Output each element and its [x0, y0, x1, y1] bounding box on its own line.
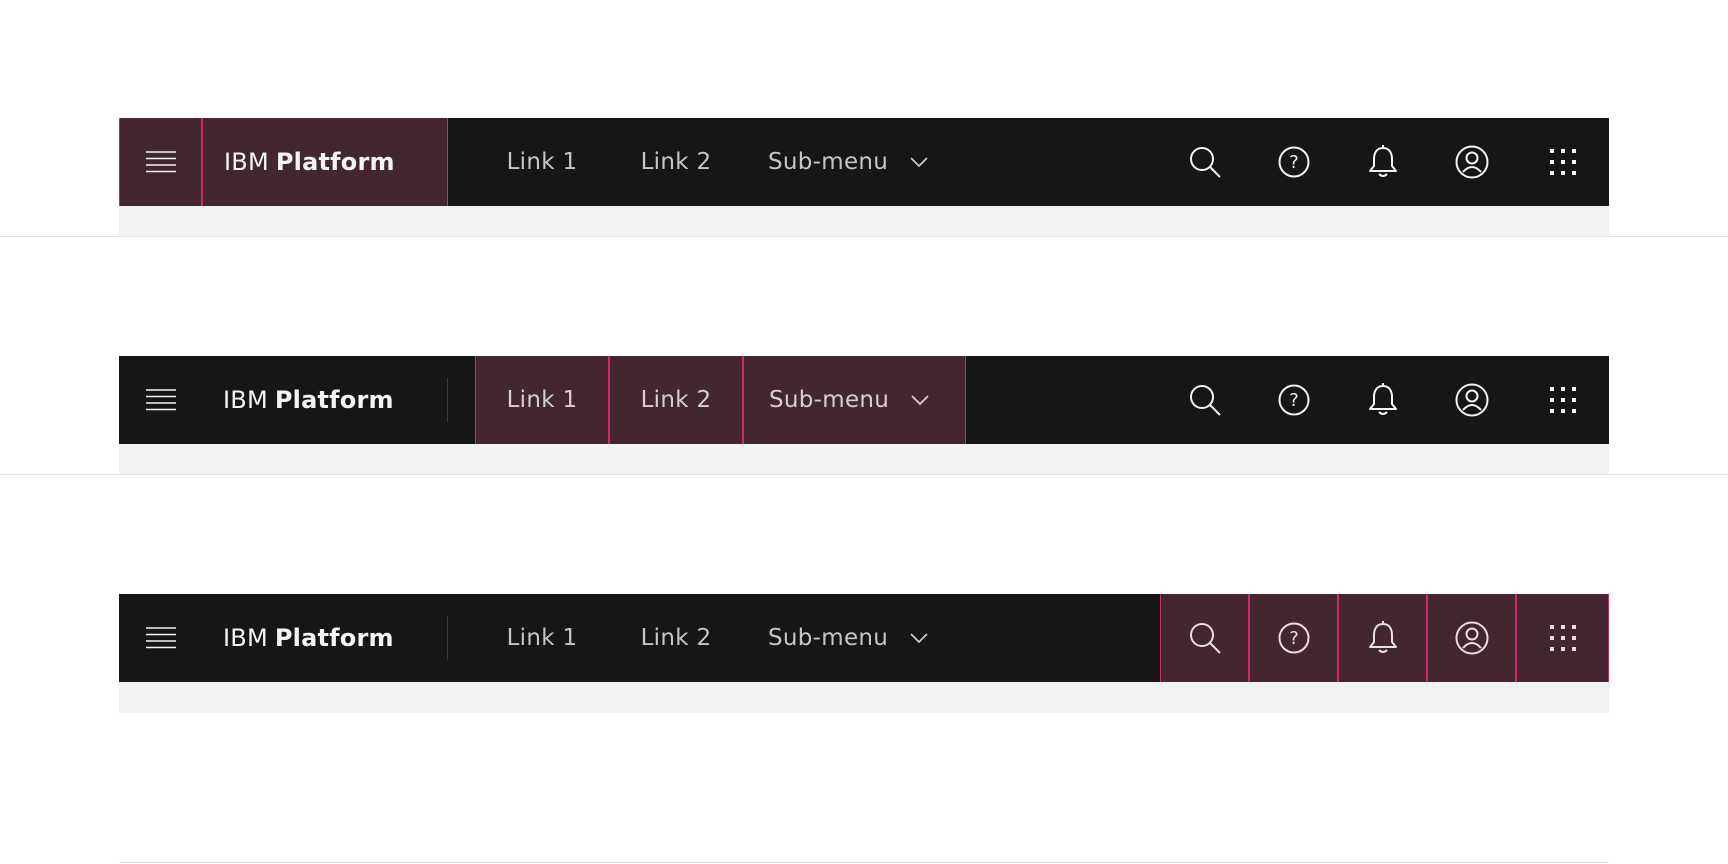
nav-submenu-label: Sub-menu [768, 625, 889, 651]
ui-shell-header-actions-area: IBM Platform Link 1 Link 2 Sub-menu ? [119, 594, 1609, 682]
nav-link-2[interactable]: Link 2 [609, 594, 743, 682]
hamburger-menu-button[interactable] [119, 356, 202, 444]
brand-name: Platform [275, 148, 395, 176]
header-shadow-shelf [119, 444, 1609, 475]
search-icon [1189, 384, 1221, 416]
user-profile-button[interactable] [1427, 594, 1516, 682]
search-icon [1189, 146, 1221, 178]
brand-name: Platform [274, 624, 394, 652]
nav-submenu-label: Sub-menu [768, 149, 889, 175]
user-profile-button[interactable] [1427, 118, 1516, 206]
brand-prefix: IBM [224, 148, 269, 176]
platform-name-link[interactable]: IBM Platform [202, 356, 467, 444]
nav-link-1[interactable]: Link 1 [475, 594, 609, 682]
header-shadow-shelf [119, 206, 1609, 237]
nav-link-2[interactable]: Link 2 [609, 118, 743, 206]
brand-prefix: IBM [223, 386, 268, 414]
nav-submenu-label: Sub-menu [769, 387, 890, 413]
notification-icon [1367, 145, 1399, 179]
nav-submenu[interactable]: Sub-menu [743, 594, 966, 682]
app-switcher-button[interactable] [1516, 356, 1609, 444]
notifications-button[interactable] [1338, 594, 1427, 682]
header-divider [447, 616, 448, 660]
chevron-down-icon [910, 633, 928, 643]
app-switcher-button[interactable] [1516, 594, 1609, 682]
svg-text:?: ? [1289, 628, 1299, 649]
user-avatar-icon [1455, 621, 1489, 655]
notifications-button[interactable] [1338, 356, 1427, 444]
help-button[interactable]: ? [1249, 118, 1338, 206]
header-shadow-shelf [119, 682, 1609, 713]
user-profile-button[interactable] [1427, 356, 1516, 444]
hamburger-menu-icon [145, 151, 176, 173]
nav-link-2[interactable]: Link 2 [609, 356, 743, 444]
nav-submenu[interactable]: Sub-menu [743, 118, 966, 206]
hamburger-menu-icon [145, 389, 176, 411]
svg-text:?: ? [1289, 390, 1299, 411]
help-icon: ? [1278, 384, 1310, 416]
nav-submenu[interactable]: Sub-menu [743, 356, 966, 444]
help-icon: ? [1278, 622, 1310, 654]
search-button[interactable] [1160, 356, 1249, 444]
platform-name-link[interactable]: IBM Platform [202, 594, 467, 682]
brand-prefix: IBM [223, 624, 268, 652]
help-button[interactable]: ? [1249, 356, 1338, 444]
hamburger-menu-button[interactable] [119, 594, 202, 682]
nav-link-1[interactable]: Link 1 [475, 356, 609, 444]
user-avatar-icon [1455, 383, 1489, 417]
switcher-icon [1549, 625, 1576, 651]
search-button[interactable] [1160, 594, 1249, 682]
section-divider [119, 862, 1609, 863]
hamburger-menu-button[interactable] [119, 118, 202, 206]
chevron-down-icon [911, 395, 929, 405]
help-button[interactable]: ? [1249, 594, 1338, 682]
app-switcher-button[interactable] [1516, 118, 1609, 206]
ui-shell-header-navigation-area: IBM Platform Link 1 Link 2 Sub-menu ? [119, 356, 1609, 444]
notification-icon [1367, 621, 1399, 655]
svg-text:?: ? [1289, 152, 1299, 173]
search-icon [1189, 622, 1221, 654]
switcher-icon [1549, 149, 1576, 175]
search-button[interactable] [1160, 118, 1249, 206]
platform-name-link[interactable]: IBM Platform [202, 118, 448, 206]
ui-shell-header-left-area: IBM Platform Link 1 Link 2 Sub-menu ? [119, 118, 1609, 206]
chevron-down-icon [910, 157, 928, 167]
switcher-icon [1549, 387, 1576, 413]
hamburger-menu-icon [145, 627, 176, 649]
notification-icon [1367, 383, 1399, 417]
section-divider [0, 474, 1728, 475]
user-avatar-icon [1455, 145, 1489, 179]
brand-name: Platform [274, 386, 394, 414]
help-icon: ? [1278, 146, 1310, 178]
notifications-button[interactable] [1338, 118, 1427, 206]
section-divider [0, 236, 1728, 237]
nav-link-1[interactable]: Link 1 [475, 118, 609, 206]
header-divider [447, 378, 448, 422]
